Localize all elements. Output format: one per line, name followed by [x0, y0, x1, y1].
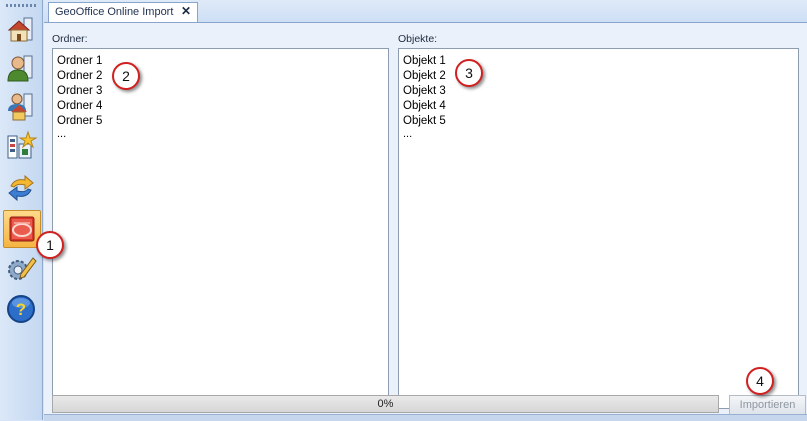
- list-item[interactable]: Objekt 4: [403, 99, 798, 114]
- import-panel: Ordner: Ordner 1 Ordner 2 Ordner 3 Ordne…: [44, 23, 807, 420]
- user-house-icon[interactable]: [5, 90, 37, 122]
- callout-marker: 3: [455, 59, 483, 87]
- objects-listbox[interactable]: Objekt 1 Objekt 2 Objekt 3 Objekt 4 Obje…: [398, 48, 799, 409]
- progress-text: 0%: [377, 398, 394, 410]
- user-profile-icon[interactable]: [5, 52, 37, 84]
- toolbar-grip[interactable]: [6, 4, 36, 7]
- tab-geooffice-online-import[interactable]: GeoOffice Online Import ✕: [48, 2, 198, 22]
- tab-label: GeoOffice Online Import: [55, 6, 174, 18]
- objects-label: Objekte:: [398, 33, 438, 45]
- layout-star-icon[interactable]: [5, 130, 37, 162]
- tab-strip: GeoOffice Online Import ✕: [44, 0, 807, 23]
- progress-bar: 0%: [52, 395, 719, 413]
- import-button[interactable]: Importieren: [729, 395, 806, 416]
- list-more: ...: [57, 128, 67, 140]
- list-item[interactable]: Ordner 3: [57, 84, 388, 99]
- list-item[interactable]: Ordner 2: [57, 69, 388, 84]
- list-more: ...: [403, 128, 413, 140]
- callout-marker: 2: [112, 62, 140, 90]
- help-icon[interactable]: ?: [5, 293, 37, 325]
- callout-marker: 4: [746, 367, 774, 395]
- list-item[interactable]: Ordner 1: [57, 54, 388, 69]
- list-item[interactable]: Ordner 5: [57, 114, 388, 129]
- folders-label: Ordner:: [52, 33, 88, 45]
- list-item[interactable]: Ordner 4: [57, 99, 388, 114]
- house-map-icon[interactable]: [5, 14, 37, 46]
- callout-marker: 1: [36, 231, 64, 259]
- list-item[interactable]: Objekt 5: [403, 114, 798, 129]
- sync-arrows-icon[interactable]: [5, 172, 37, 204]
- settings-pencil-icon[interactable]: [5, 252, 37, 284]
- folders-listbox[interactable]: Ordner 1 Ordner 2 Ordner 3 Ordner 4 Ordn…: [52, 48, 389, 409]
- left-toolbar: ?: [0, 0, 43, 420]
- close-icon[interactable]: ✕: [181, 4, 191, 18]
- list-item[interactable]: Objekt 3: [403, 84, 798, 99]
- svg-text:?: ?: [16, 300, 26, 319]
